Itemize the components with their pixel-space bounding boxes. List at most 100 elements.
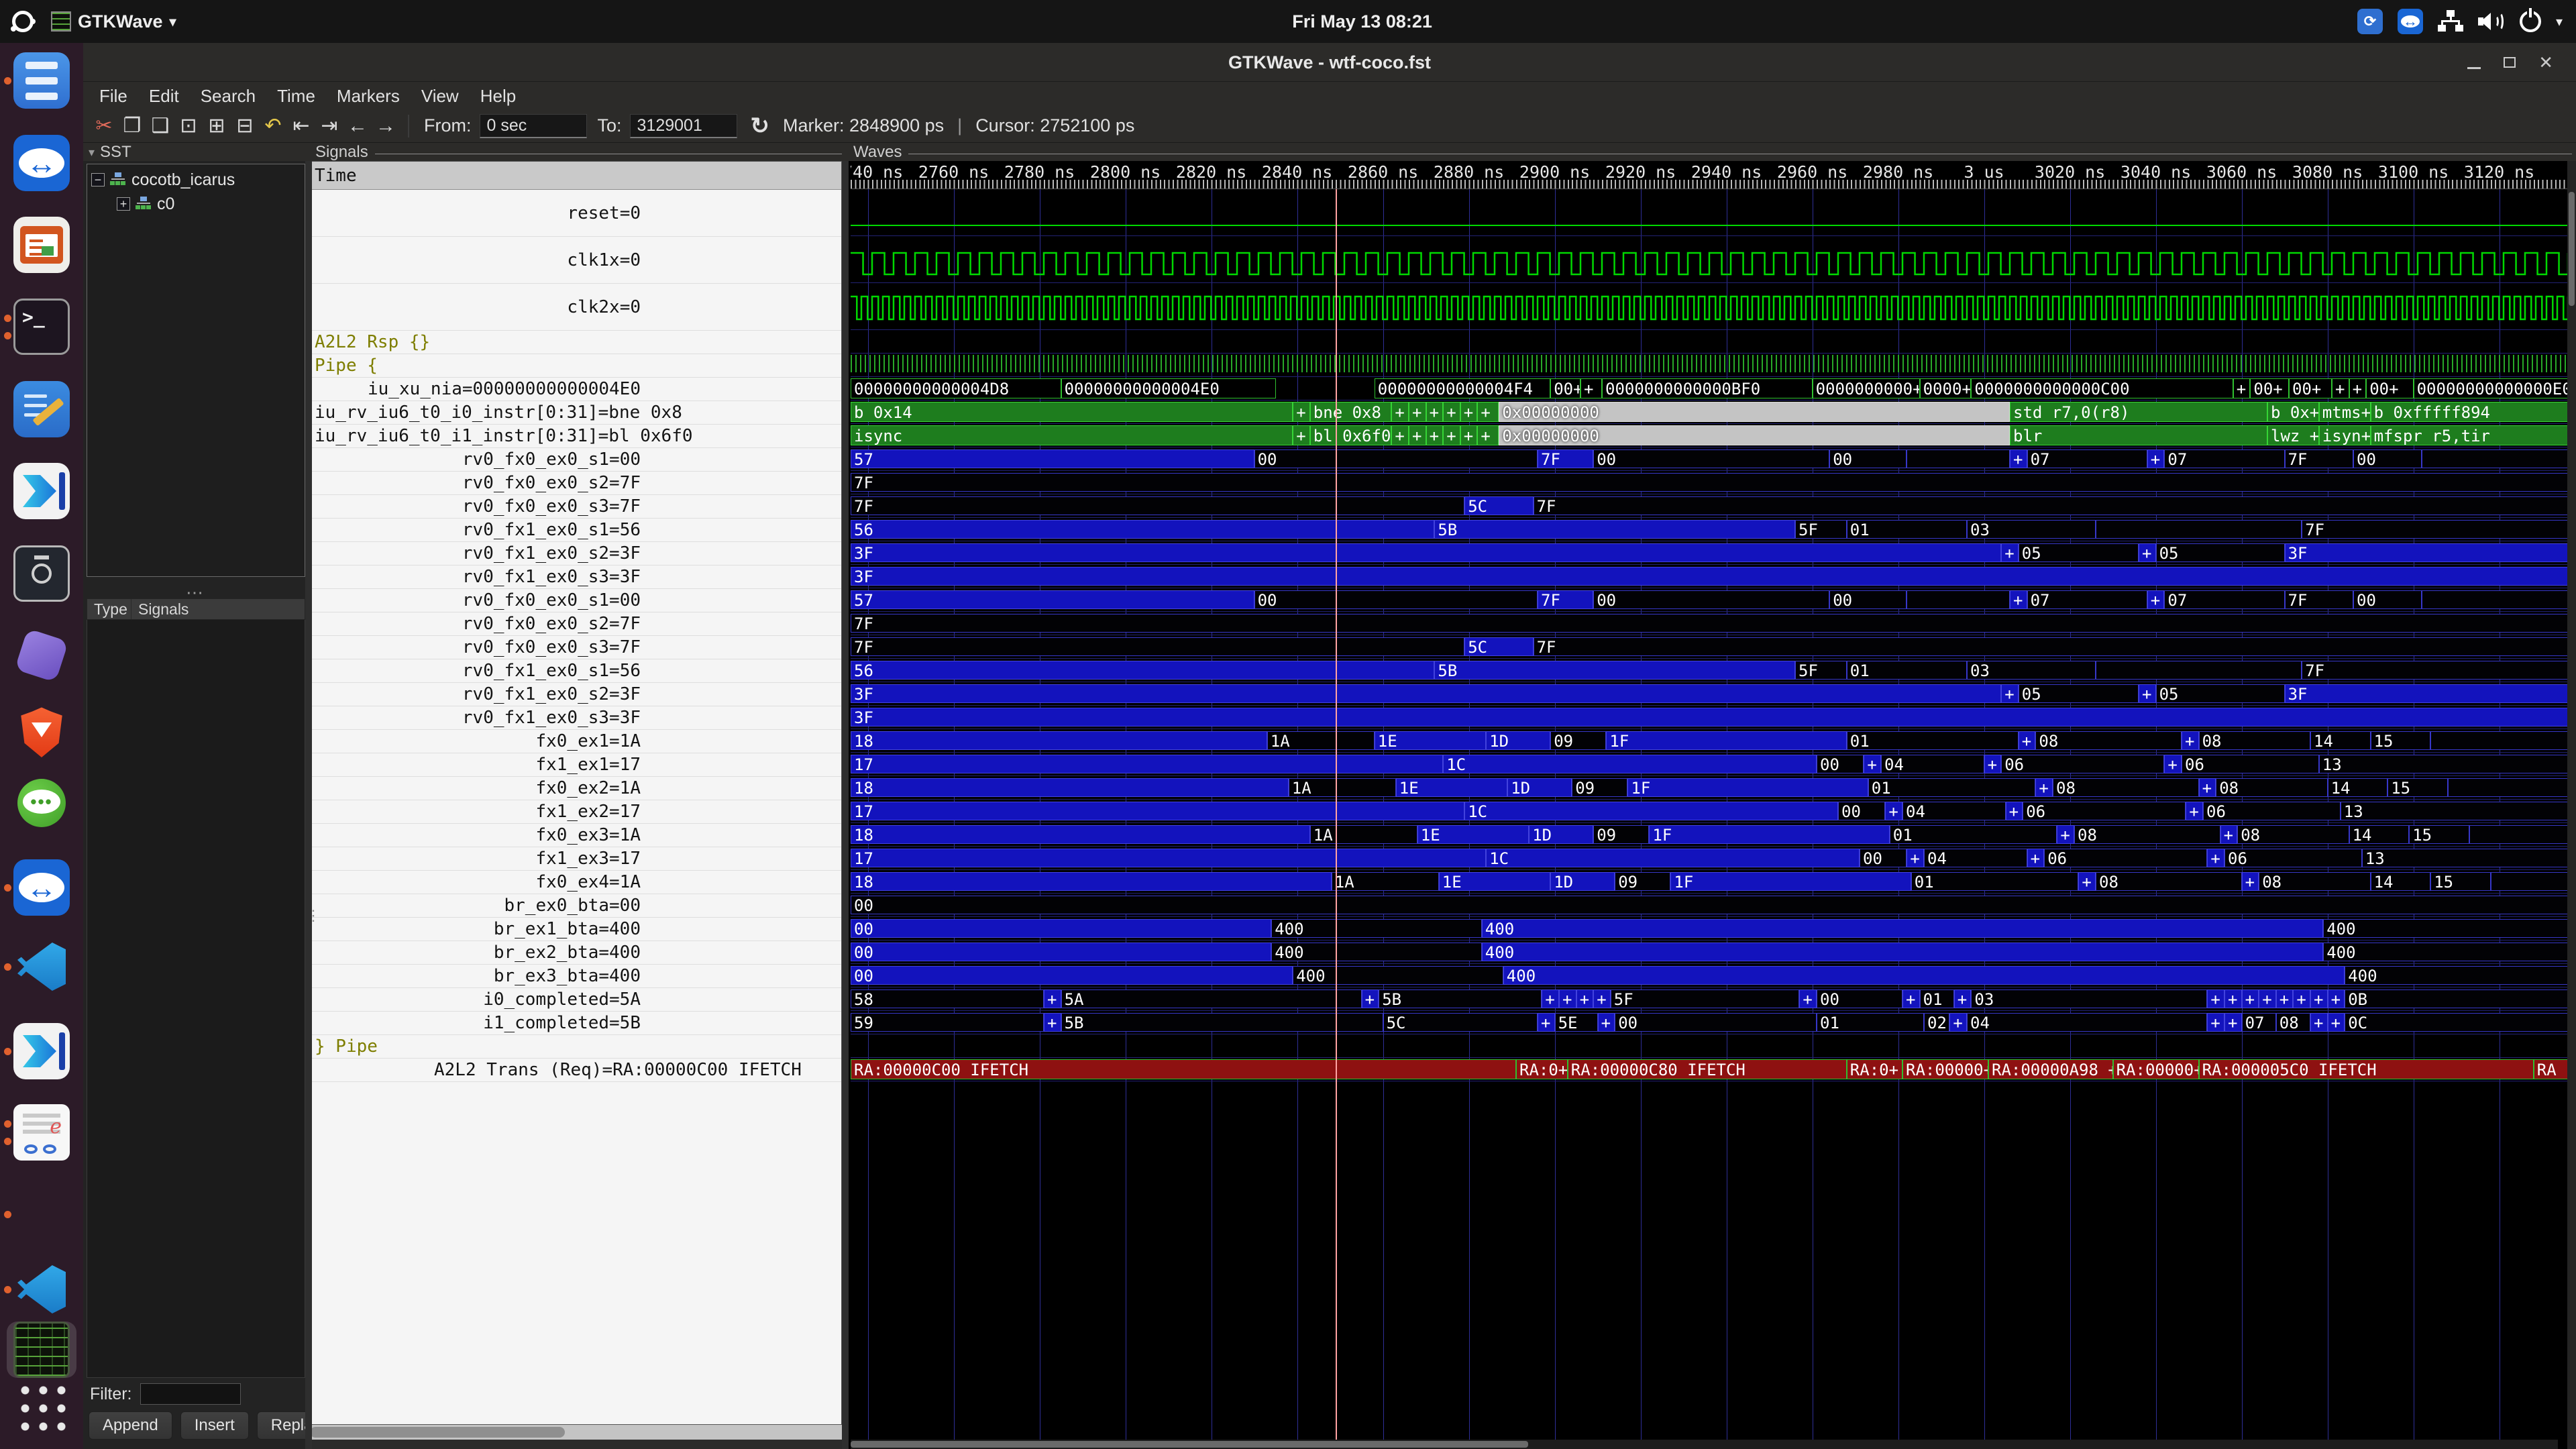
signal-row-rv0_fx1_ex0_s2b[interactable]: rv0_fx1_ex0_s2=3F [309,683,841,706]
signal-row-br_ex2_bta[interactable]: br_ex2_bta=400 [309,941,841,965]
dock-item-vscode[interactable] [13,938,70,995]
menu-item-file[interactable]: File [89,86,138,107]
menu-item-help[interactable]: Help [470,86,527,107]
wave-row-fx0_ex1[interactable]: 181A1E1D091F01+08+081415 [851,729,2568,753]
dock-item-app-grid[interactable] [13,1377,70,1434]
waves-hscroll-thumb[interactable] [851,1441,1528,1448]
signal-row-iu_rv_iu6_t0_i1_instr[interactable]: iu_rv_iu6_t0_i1_instr[0:31]=bl 0x6f0 [309,425,841,448]
signal-row-iu_rv_iu6_t0_i0_instr[interactable]: iu_rv_iu6_t0_i0_instr[0:31]=bne 0x8 [309,401,841,425]
signals-hscroll-thumb[interactable] [310,1427,565,1438]
zoom-in-icon[interactable]: ⊞ [203,113,231,140]
timeline-ruler[interactable]: 2740 ns2760 ns2780 ns2800 ns2820 ns2840 … [851,161,2568,189]
signal-row-fx0_ex4[interactable]: fx0_ex4=1A [309,871,841,894]
dock-item-media-app[interactable] [13,463,70,519]
cut-icon[interactable]: ✂ [90,113,118,140]
wave-row-iu_rv_iu6_t0_i1_instr[interactable]: isync+bl 0x6f0++++++0x00000000blrlwz +is… [851,424,2568,447]
wave-row-a2l2-trans[interactable]: RA:00000C00 IFETCHRA:0+RA:00000C80 IFETC… [851,1058,2568,1081]
wave-row-br_ex1_bta[interactable]: 00400400400 [851,917,2568,941]
signal-row-rv0_fx1_ex0_s1[interactable]: rv0_fx1_ex0_s1=56 [309,519,841,542]
signal-row-clk1x[interactable]: clk1x=0 [309,237,841,284]
signal-row-fx1_ex1[interactable]: fx1_ex1=17 [309,753,841,777]
teamviewer-indicator-icon[interactable]: ↔ [2398,9,2423,34]
tree-item-cocotb_icarus[interactable]: −cocotb_icarus [91,168,235,191]
dock-item-file-cabinet[interactable] [13,52,70,109]
wave-row-rv0_fx1_ex0_s3[interactable]: 3F [851,565,2568,588]
wave-row-rv0_fx1_ex0_s2[interactable]: 3F+05+053F [851,541,2568,565]
wave-row-fx1_ex3[interactable]: 171C00+04+06+0613 [851,847,2568,870]
shift-right-icon[interactable]: → [372,113,400,140]
signal-row-i0_completed[interactable]: i0_completed=5A [309,988,841,1012]
signal-row-fx0_ex1[interactable]: fx0_ex1=1A [309,730,841,753]
wave-row-fx1_ex1[interactable]: 171C00+04+06+0613 [851,753,2568,776]
network-icon[interactable] [2438,10,2463,33]
wave-row-fx0_ex3[interactable]: 181A1E1D091F01+08+081415 [851,823,2568,847]
volume-icon[interactable] [2478,10,2505,33]
signal-row-br_ex3_bta[interactable]: br_ex3_bta=400 [309,965,841,988]
ubuntu-activities-icon[interactable] [12,11,34,32]
signal-row-pipe-open[interactable]: Pipe { [309,354,841,378]
dock-item-hidden-app[interactable] [13,1186,70,1242]
signals-hscrollbar[interactable] [309,1425,842,1440]
signal-row-i1_completed[interactable]: i1_completed=5B [309,1012,841,1035]
wave-row-iu_rv_iu6_t0_i0_instr[interactable]: b 0x14+bne 0x8++++++0x00000000std r7,0(r… [851,400,2568,424]
signal-row-reset[interactable]: reset=0 [309,190,841,237]
wave-row-clk1x[interactable] [851,236,2568,283]
wave-row-a2l2-rsp[interactable] [851,330,2568,354]
waves-hscrollbar[interactable] [851,1440,2558,1449]
signal-row-rv0_fx0_ex0_s2[interactable]: rv0_fx0_ex0_s2=7F [309,472,841,495]
wave-row-rv0_fx0_ex0_s2b[interactable]: 7F [851,612,2568,635]
dock-item-gtkwave[interactable] [7,1322,76,1378]
zoom-out-icon[interactable]: ⊟ [231,113,259,140]
signal-row-br_ex1_bta[interactable]: br_ex1_bta=400 [309,918,841,941]
dock-item-terminal[interactable]: >_ [13,299,70,355]
minimize-button[interactable] [2467,67,2481,69]
wave-row-rv0_fx1_ex0_s1[interactable]: 565B5F01037F [851,518,2568,541]
signal-row-rv0_fx0_ex0_s3[interactable]: rv0_fx0_ex0_s3=7F [309,495,841,519]
dock-item-teamviewer[interactable]: ↔ [13,859,70,916]
wave-row-pipe-close[interactable] [851,1034,2568,1058]
menu-item-search[interactable]: Search [190,86,266,107]
menu-item-time[interactable]: Time [266,86,326,107]
signal-row-pipe-close[interactable]: } Pipe [309,1035,841,1059]
dock-item-gem-app[interactable] [13,627,70,684]
signal-row-fx1_ex3[interactable]: fx1_ex3=17 [309,847,841,871]
filter-input[interactable] [140,1383,241,1405]
shift-left-icon[interactable]: ← [343,113,372,140]
dock-item-messenger[interactable]: ••• [13,775,70,831]
tree-item-c0[interactable]: +c0 [117,193,174,215]
title-bar[interactable]: GTKWave - wtf-coco.fst ✕ [83,43,2576,82]
dock-item-vscode[interactable] [13,1261,70,1318]
wave-row-fx1_ex2[interactable]: 171C00+04+06+0613 [851,800,2568,823]
reload-icon[interactable]: ↻ [751,113,770,140]
paste-icon[interactable]: ❑ [146,113,174,140]
sst-tree[interactable]: −cocotb_icarus+c0 [87,164,305,577]
signal-row-iu_xu_nia[interactable]: iu_xu_nia=00000000000004E0 [309,378,841,401]
signal-row-br_ex0_bta[interactable]: br_ex0_bta=00 [309,894,841,918]
signal-row-clk2x[interactable]: clk2x=0 [309,284,841,331]
waves-vscroll-thumb[interactable] [2569,192,2575,306]
dock-item-teamviewer[interactable]: ↔ [13,135,70,191]
wave-row-rv0_fx0_ex0_s3b[interactable]: 7F5C7F [851,635,2568,659]
sst-signal-list[interactable] [87,620,305,1378]
wave-area[interactable]: 00000000000004D800000000000004E000000000… [851,189,2568,1440]
dock-item-document-reader[interactable]: e [13,1104,70,1161]
signal-row-rv0_fx1_ex0_s3b[interactable]: rv0_fx1_ex0_s3=3F [309,706,841,730]
signal-row-rv0_fx1_ex0_s1b[interactable]: rv0_fx1_ex0_s1=56 [309,659,841,683]
signals-waves-splitter[interactable]: ⋮ [842,161,849,1449]
dock-item-screenshot-tool[interactable] [13,545,70,602]
tree-expander-icon[interactable]: + [117,197,130,211]
signal-row-fx1_ex2[interactable]: fx1_ex2=17 [309,800,841,824]
power-icon[interactable] [2520,11,2541,32]
wave-row-fx0_ex2[interactable]: 181A1E1D091F01+08+081415 [851,776,2568,800]
signal-row-rv0_fx1_ex0_s3[interactable]: rv0_fx1_ex0_s3=3F [309,566,841,589]
append-button[interactable]: Append [89,1411,172,1440]
signals-column-header[interactable]: Signals [131,599,305,619]
sst-signals-splitter[interactable]: ⋮ [305,161,312,1449]
signal-row-fx0_ex3[interactable]: fx0_ex3=1A [309,824,841,847]
wave-row-rv0_fx0_ex0_s1b[interactable]: 57007F0000+07+077F00 [851,588,2568,612]
insert-button[interactable]: Insert [180,1411,249,1440]
from-input[interactable] [480,114,587,138]
indicator-app-icon[interactable]: ⟳ [2357,9,2383,34]
time-header-row[interactable]: Time [309,162,841,190]
signal-row-a2l2-trans[interactable]: A2L2 Trans (Req)=RA:00000C00 IFETCH [309,1059,841,1082]
